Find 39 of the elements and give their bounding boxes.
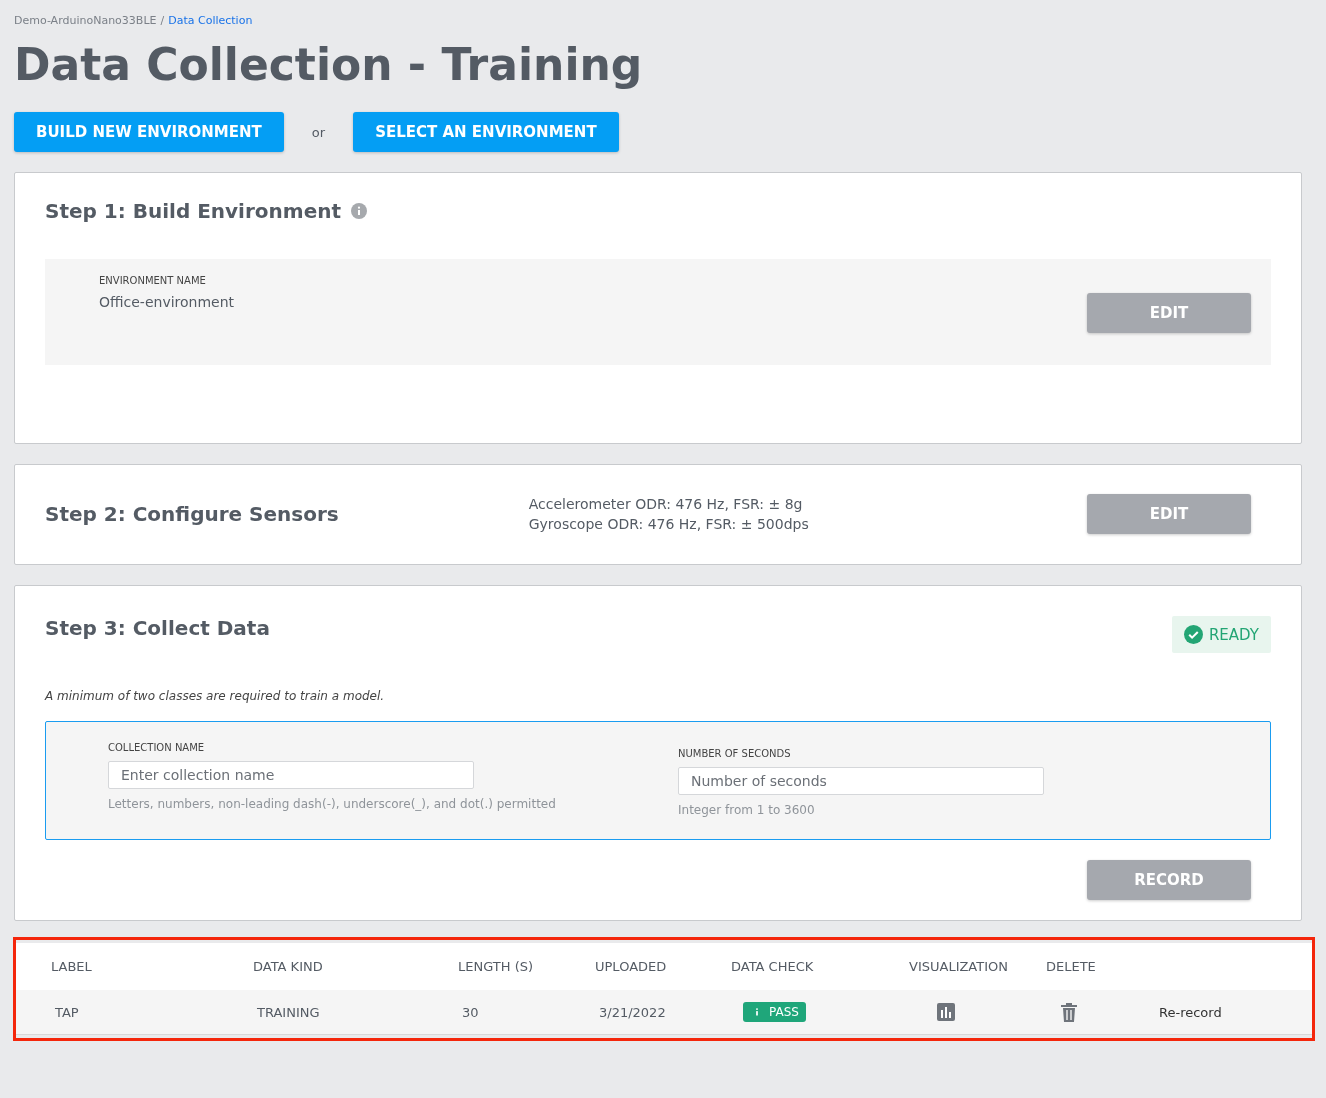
info-icon bbox=[351, 203, 367, 219]
trash-icon[interactable] bbox=[1060, 1002, 1078, 1022]
column-header: VISUALIZATION bbox=[908, 958, 1009, 976]
table-cell: 30 bbox=[426, 990, 563, 1035]
column-header: DATA CHECK bbox=[730, 958, 815, 976]
select-environment-button[interactable]: SELECT AN ENVIRONMENT bbox=[353, 112, 619, 152]
field-label: NUMBER OF SECONDS bbox=[678, 748, 792, 759]
step-title: Step 1: Build Environment bbox=[45, 199, 341, 223]
field-label: COLLECTION NAME bbox=[108, 742, 206, 753]
field-hint: Letters, numbers, non-leading dash(-), underscore(_), and dot(.) permitted bbox=[108, 797, 557, 811]
table-cell: TAP bbox=[16, 990, 221, 1035]
field-label: ENVIRONMENT NAME bbox=[99, 275, 207, 286]
column-header: DATA KIND bbox=[252, 958, 324, 976]
build-environment-button[interactable]: BUILD NEW ENVIRONMENT bbox=[14, 112, 284, 152]
table-cell: 3/21/2022 bbox=[563, 990, 699, 1035]
breadcrumb-separator: / bbox=[160, 14, 165, 27]
breadcrumb-project[interactable]: Demo-ArduinoNano33BLE bbox=[14, 14, 157, 27]
column-header: LENGTH (S) bbox=[457, 958, 535, 976]
input-field[interactable]: Number of seconds bbox=[678, 767, 1044, 795]
step-title: Step 3: Collect Data bbox=[45, 616, 270, 640]
field-hint: Integer from 1 to 3600 bbox=[678, 803, 816, 817]
column-header: UPLOADED bbox=[594, 958, 668, 976]
page-title: Data Collection - Training bbox=[14, 39, 644, 90]
breadcrumb-current[interactable]: Data Collection bbox=[168, 14, 253, 27]
re-record-link[interactable]: Re-record bbox=[1121, 990, 1312, 1035]
table-cell: TRAINING bbox=[221, 990, 426, 1035]
pass-text: PASS bbox=[769, 1005, 799, 1019]
status-text: READY bbox=[1208, 625, 1259, 644]
bar-chart-icon[interactable] bbox=[937, 1003, 955, 1021]
step-title: Step 2: Configure Sensors bbox=[45, 502, 339, 526]
input-field[interactable]: Enter collection name bbox=[108, 761, 474, 789]
or-label: or bbox=[311, 124, 326, 140]
requirement-note: A minimum of two classes are required to train a model. bbox=[45, 689, 386, 703]
sensor-config-text: Accelerometer ODR: 476 Hz, FSR: ± 8g bbox=[528, 495, 804, 514]
sensor-config-text: Gyroscope ODR: 476 Hz, FSR: ± 500dps bbox=[528, 515, 810, 534]
environment-name: Office-environment bbox=[99, 294, 235, 310]
column-header: DELETE bbox=[1045, 958, 1097, 976]
check-icon bbox=[1183, 625, 1203, 644]
column-header: LABEL bbox=[50, 958, 93, 976]
